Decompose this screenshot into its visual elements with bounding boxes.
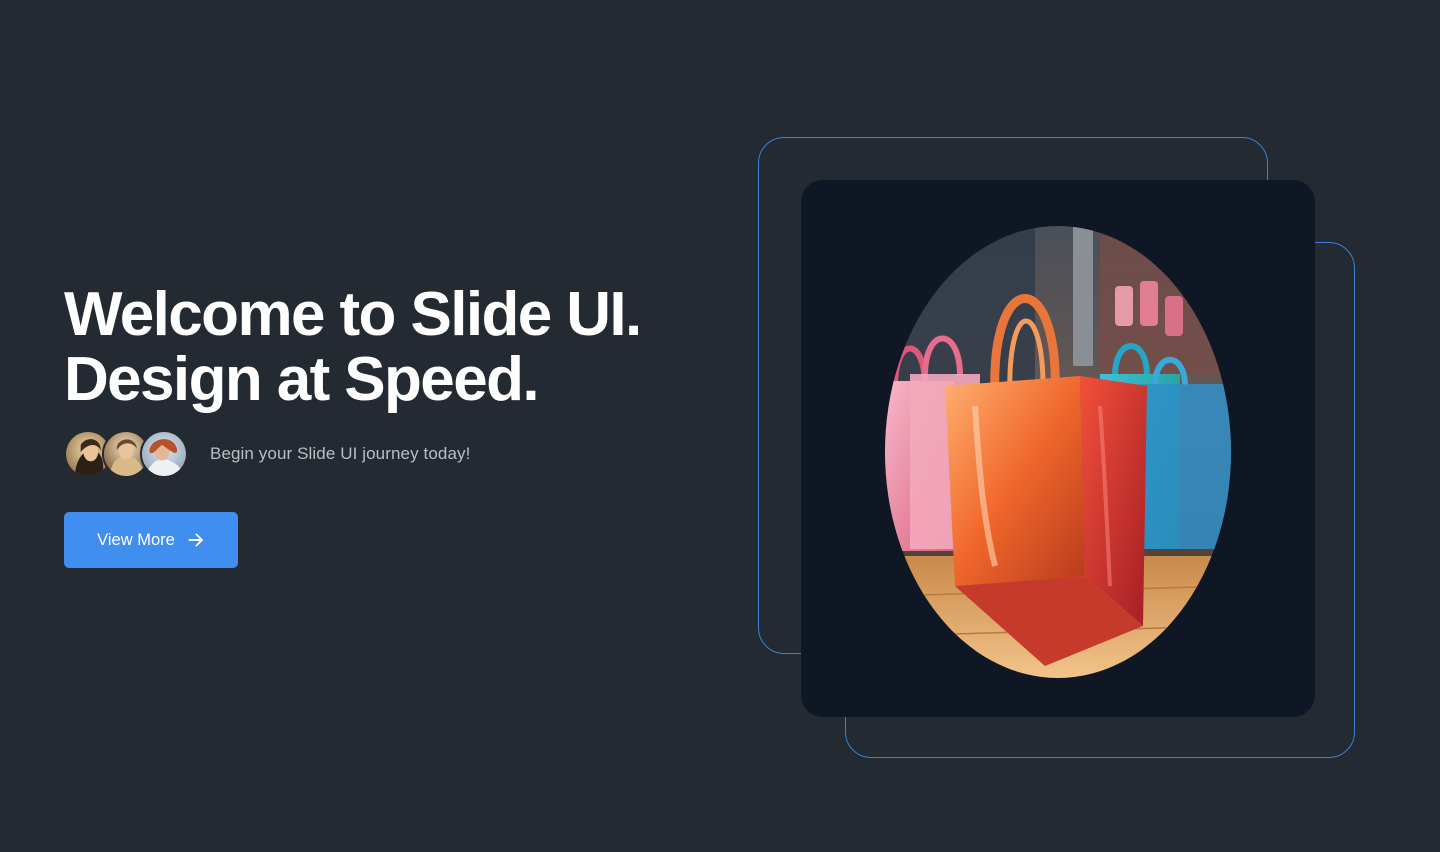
arrow-right-icon xyxy=(187,531,205,549)
hero-section: Welcome to Slide UI. Design at Speed. Be… xyxy=(64,282,724,568)
social-proof-row: Begin your Slide UI journey today! xyxy=(64,429,724,479)
hero-title-line-2: Design at Speed. xyxy=(64,345,540,414)
hero-image xyxy=(885,226,1231,678)
hero-tagline: Begin your Slide UI journey today! xyxy=(210,444,471,463)
view-more-label: View More xyxy=(97,530,175,549)
hero-title-line-1: Welcome to Slide UI. xyxy=(64,280,642,349)
avatar-group xyxy=(64,430,188,478)
avatar-3 xyxy=(140,430,188,478)
image-card xyxy=(801,180,1315,717)
hero-title: Welcome to Slide UI. Design at Speed. xyxy=(64,282,724,412)
view-more-button[interactable]: View More xyxy=(64,512,238,568)
hero-page: Welcome to Slide UI. Design at Speed. Be… xyxy=(0,0,1440,852)
